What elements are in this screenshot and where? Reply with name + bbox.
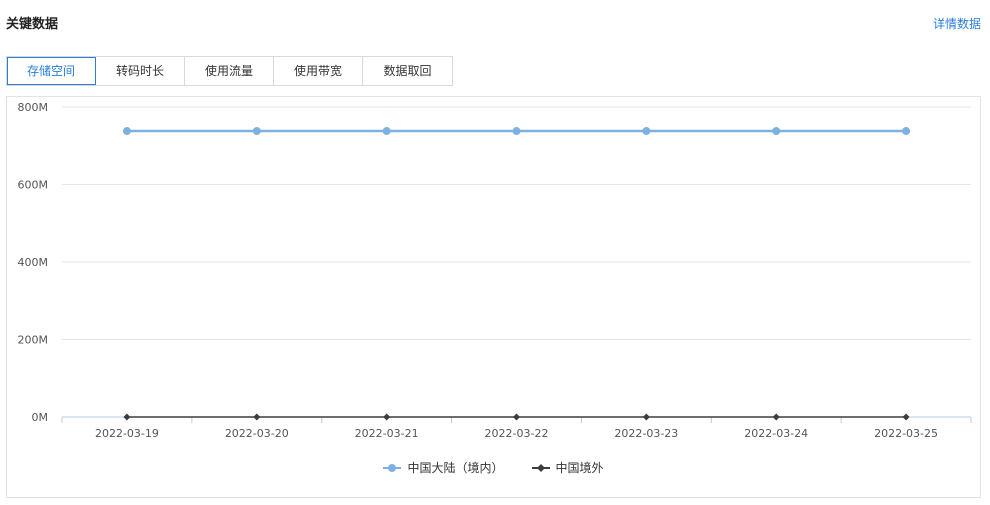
diamond-marker-icon [531, 463, 550, 472]
data-point-overseas [642, 413, 650, 421]
chart-container: 0M 200M 400M 600M 800M 2022-03-19 2022-03-20 20… [6, 96, 981, 498]
x-tick-label: 2022-03-22 [485, 427, 549, 440]
data-point-mainland [122, 127, 131, 136]
key-data-panel: 关键数据 详情数据 存储空间 转码时长 使用流量 使用带宽 数据取回 0M 200… [0, 0, 990, 505]
y-tick-label: 800M [18, 101, 49, 114]
detail-data-link[interactable]: 详情数据 [933, 15, 981, 32]
legend-label-mainland: 中国大陆（境内） [407, 461, 504, 475]
data-point-mainland [252, 127, 261, 136]
x-tick-label: 2022-03-21 [355, 427, 419, 440]
tab-transcode-duration[interactable]: 转码时长 [96, 57, 185, 85]
metric-tabs: 存储空间 转码时长 使用流量 使用带宽 数据取回 [6, 56, 453, 86]
x-tick-label: 2022-03-20 [225, 427, 289, 440]
x-tick-label: 2022-03-25 [874, 427, 938, 440]
data-point-overseas [513, 413, 520, 421]
data-point-overseas [253, 413, 261, 421]
x-tick-label: 2022-03-23 [614, 427, 678, 440]
x-tick-label: 2022-03-19 [95, 427, 159, 440]
line-chart: 0M 200M 400M 600M 800M 2022-03-19 2022-03-20 20… [18, 101, 972, 440]
data-point-overseas [383, 413, 391, 421]
data-point-mainland [772, 127, 781, 136]
y-tick-label: 0M [32, 411, 49, 424]
y-tick-label: 600M [18, 179, 49, 192]
chart-legend: 中国大陆（境内） 中国境外 [7, 459, 980, 476]
legend-item-overseas[interactable]: 中国境外 [531, 459, 604, 476]
data-point-mainland [902, 127, 911, 136]
tab-traffic-usage[interactable]: 使用流量 [185, 57, 274, 85]
data-point-overseas [902, 413, 910, 421]
tab-bandwidth-usage[interactable]: 使用带宽 [274, 57, 363, 85]
y-tick-label: 200M [18, 334, 49, 347]
legend-label-overseas: 中国境外 [555, 461, 604, 475]
section-title: 关键数据 [6, 17, 59, 32]
tab-storage-space[interactable]: 存储空间 [7, 57, 96, 85]
legend-item-mainland[interactable]: 中国大陆（境内） [383, 459, 504, 476]
data-point-overseas [772, 413, 780, 421]
data-point-mainland [642, 127, 651, 136]
data-point-mainland [382, 127, 391, 136]
x-tick-label: 2022-03-24 [744, 427, 808, 440]
data-point-overseas [123, 413, 131, 421]
data-point-mainland [512, 127, 521, 136]
tab-data-retrieval[interactable]: 数据取回 [363, 57, 452, 85]
circle-marker-icon [383, 463, 402, 472]
y-tick-label: 400M [18, 256, 49, 269]
